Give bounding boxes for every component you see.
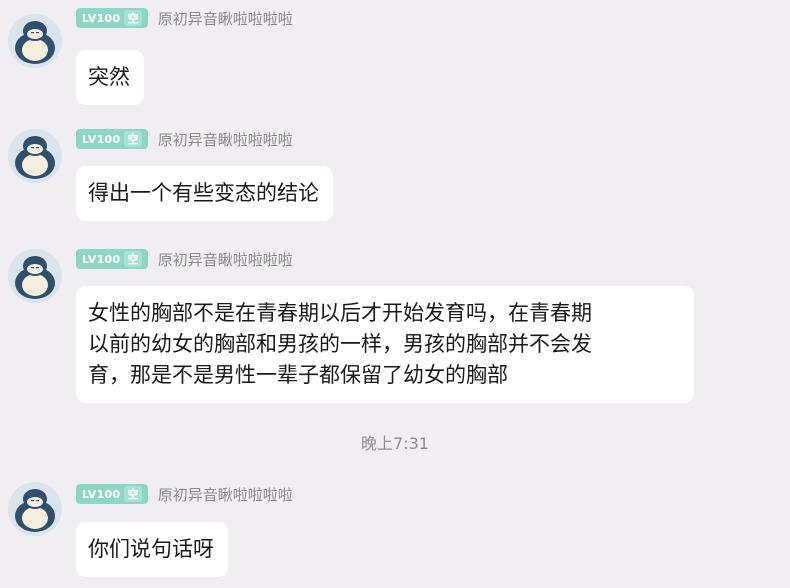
level-badge: LV100 空 — [76, 129, 148, 149]
message-text-line: 育，那是不是男性一辈子都保留了幼女的胸部 — [88, 363, 508, 387]
sender-name[interactable]: 原初异音瞅啦啦啦啦 — [158, 249, 293, 270]
message-text: 得出一个有些变态的结论 — [88, 181, 319, 205]
sender-meta: LV100 空 原初异音瞅啦啦啦啦 — [76, 482, 293, 506]
message-text-line: 女性的胸部不是在青春期以后才开始发育吗，在青春期 — [88, 301, 592, 325]
level-badge: LV100 空 — [76, 484, 148, 504]
avatar[interactable] — [8, 129, 62, 183]
avatar[interactable] — [8, 249, 62, 303]
level-badge: LV100 空 — [76, 8, 148, 28]
message-bubble[interactable]: 你们说句话呀 — [76, 522, 228, 577]
sender-name[interactable]: 原初异音瞅啦啦啦啦 — [158, 484, 293, 505]
message-bubble[interactable]: 突然 — [76, 50, 144, 105]
message-text-line: 以前的幼女的胸部和男孩的一样，男孩的胸部并不会发 — [88, 332, 592, 356]
sender-meta: LV100 空 原初异音瞅啦啦啦啦 — [76, 247, 293, 271]
snorlax-avatar-icon — [8, 14, 62, 68]
avatar[interactable] — [8, 14, 62, 68]
timestamp: 晚上7:31 — [361, 434, 429, 453]
snorlax-avatar-icon — [8, 129, 62, 183]
sender-meta: LV100 空 原初异音瞅啦啦啦啦 — [76, 127, 293, 151]
message-text: 突然 — [88, 65, 130, 89]
message-bubble[interactable]: 得出一个有些变态的结论 — [76, 166, 333, 221]
snorlax-avatar-icon — [8, 249, 62, 303]
message-text: 你们说句话呀 — [88, 537, 214, 561]
level-badge: LV100 空 — [76, 249, 148, 269]
sender-meta: LV100 空 原初异音瞅啦啦啦啦 — [76, 6, 293, 30]
sender-name[interactable]: 原初异音瞅啦啦啦啦 — [158, 8, 293, 29]
sender-name[interactable]: 原初异音瞅啦啦啦啦 — [158, 129, 293, 150]
avatar[interactable] — [8, 482, 62, 536]
snorlax-avatar-icon — [8, 482, 62, 536]
message-bubble[interactable]: 女性的胸部不是在青春期以后才开始发育吗，在青春期 以前的幼女的胸部和男孩的一样，… — [76, 286, 694, 403]
